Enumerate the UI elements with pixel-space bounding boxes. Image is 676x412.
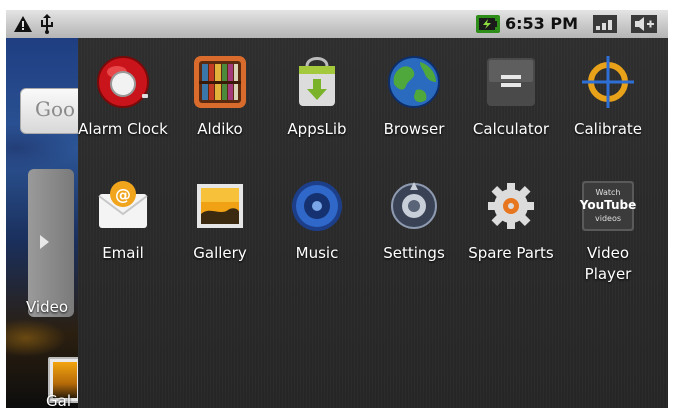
app-label: Settings <box>383 244 445 262</box>
browser-icon <box>384 52 444 112</box>
youtube-icon-brand-text: YouTube <box>579 198 637 212</box>
status-bar: 6:53 PM <box>6 10 668 38</box>
app-calibrate[interactable]: Calibrate <box>561 52 655 140</box>
app-gallery[interactable]: Gallery <box>173 176 267 264</box>
signal-strength-icon[interactable] <box>592 14 618 34</box>
email-icon: @ <box>93 176 153 236</box>
app-appslib[interactable]: AppsLib <box>270 52 364 140</box>
app-label: Gallery <box>193 244 247 262</box>
aldiko-icon <box>190 52 250 112</box>
app-label: Aldiko <box>197 120 243 138</box>
alarm-clock-icon <box>93 52 153 112</box>
settings-icon <box>384 176 444 236</box>
app-drawer: Alarm Clock Aldiko AppsLib Browser Calcu… <box>78 38 668 408</box>
app-browser[interactable]: Browser <box>367 52 461 140</box>
app-calculator[interactable]: Calculator <box>464 52 558 140</box>
app-label: Alarm Clock <box>78 120 168 138</box>
app-label: Spare Parts <box>468 244 554 262</box>
app-label: Calibrate <box>574 120 642 138</box>
youtube-icon-bottom-text: videos <box>595 214 621 223</box>
search-widget-text: Goo <box>35 97 76 121</box>
svg-text:@: @ <box>115 185 131 204</box>
clock-time: 6:53 PM <box>505 14 579 33</box>
app-settings[interactable]: Settings <box>367 176 461 264</box>
battery-charging-icon[interactable] <box>476 14 500 34</box>
spare-parts-icon <box>481 176 541 236</box>
app-email[interactable]: @ Email <box>76 176 170 264</box>
app-label: Video Player <box>584 244 632 283</box>
android-screen: 6:53 PM Goo Video Gal Alarm Clock Aldiko… <box>6 10 668 408</box>
volume-icon[interactable] <box>630 14 658 34</box>
calculator-icon <box>481 52 541 112</box>
music-icon <box>287 176 347 236</box>
video-player-icon: Watch YouTube videos <box>578 176 638 236</box>
appslib-icon <box>287 52 347 112</box>
youtube-icon-top-text: Watch <box>596 188 621 197</box>
app-spare-parts[interactable]: Spare Parts <box>464 176 558 264</box>
warning-icon[interactable] <box>12 14 34 34</box>
app-music[interactable]: Music <box>270 176 364 264</box>
arrow-right-icon <box>40 235 49 249</box>
calibrate-icon <box>578 52 638 112</box>
app-label: AppsLib <box>287 120 347 138</box>
usb-icon[interactable] <box>36 14 58 34</box>
home-shortcut-video-label[interactable]: Video <box>26 298 68 316</box>
gallery-icon <box>190 176 250 236</box>
home-shortcut-gallery-label[interactable]: Gal <box>46 392 71 408</box>
app-label: Email <box>102 244 144 262</box>
app-aldiko[interactable]: Aldiko <box>173 52 267 140</box>
app-label: Calculator <box>472 120 550 138</box>
home-side-panel[interactable] <box>28 169 74 317</box>
app-label: Browser <box>383 120 445 138</box>
app-video-player[interactable]: Watch YouTube videos Video Player <box>561 176 655 285</box>
app-alarm-clock[interactable]: Alarm Clock <box>76 52 170 140</box>
app-label: Music <box>295 244 339 262</box>
